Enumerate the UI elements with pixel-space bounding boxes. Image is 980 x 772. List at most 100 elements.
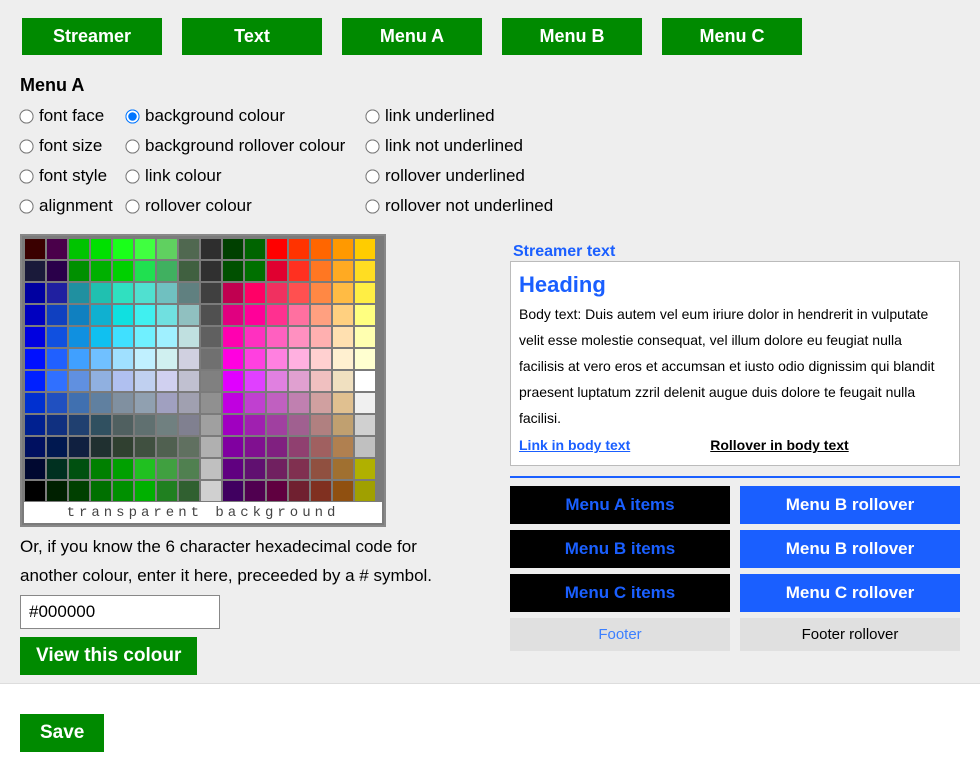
colour-swatch[interactable] bbox=[354, 304, 376, 326]
colour-swatch[interactable] bbox=[156, 282, 178, 304]
colour-swatch[interactable] bbox=[222, 260, 244, 282]
preview-link[interactable]: Link in body text bbox=[519, 437, 630, 453]
colour-swatch[interactable] bbox=[24, 260, 46, 282]
radio-font-face[interactable]: font face bbox=[20, 106, 126, 126]
colour-swatch[interactable] bbox=[222, 480, 244, 502]
colour-swatch[interactable] bbox=[200, 326, 222, 348]
radio-input[interactable] bbox=[125, 199, 139, 213]
colour-swatch[interactable] bbox=[156, 458, 178, 480]
colour-swatch[interactable] bbox=[178, 436, 200, 458]
colour-swatch[interactable] bbox=[24, 326, 46, 348]
colour-swatch[interactable] bbox=[332, 392, 354, 414]
colour-swatch[interactable] bbox=[200, 392, 222, 414]
colour-swatch[interactable] bbox=[288, 238, 310, 260]
radio-link-underlined[interactable]: link underlined bbox=[366, 106, 576, 126]
colour-swatch[interactable] bbox=[156, 238, 178, 260]
colour-swatch[interactable] bbox=[68, 304, 90, 326]
colour-swatch[interactable] bbox=[112, 458, 134, 480]
colour-swatch[interactable] bbox=[112, 326, 134, 348]
colour-swatch[interactable] bbox=[68, 414, 90, 436]
colour-swatch[interactable] bbox=[244, 370, 266, 392]
colour-swatch[interactable] bbox=[46, 436, 68, 458]
colour-swatch[interactable] bbox=[112, 436, 134, 458]
colour-swatch[interactable] bbox=[244, 480, 266, 502]
colour-swatch[interactable] bbox=[112, 480, 134, 502]
radio-input[interactable] bbox=[365, 109, 379, 123]
colour-swatch[interactable] bbox=[288, 458, 310, 480]
colour-swatch[interactable] bbox=[200, 414, 222, 436]
colour-swatch[interactable] bbox=[266, 348, 288, 370]
radio-input[interactable] bbox=[365, 199, 379, 213]
colour-swatch[interactable] bbox=[178, 414, 200, 436]
save-button[interactable]: Save bbox=[20, 714, 104, 752]
colour-swatch[interactable] bbox=[288, 304, 310, 326]
colour-swatch[interactable] bbox=[244, 304, 266, 326]
colour-swatch[interactable] bbox=[46, 326, 68, 348]
colour-swatch[interactable] bbox=[156, 436, 178, 458]
colour-swatch[interactable] bbox=[156, 392, 178, 414]
colour-swatch[interactable] bbox=[200, 260, 222, 282]
radio-input[interactable] bbox=[19, 169, 33, 183]
colour-swatch[interactable] bbox=[310, 414, 332, 436]
colour-swatch[interactable] bbox=[288, 282, 310, 304]
colour-swatch[interactable] bbox=[90, 282, 112, 304]
colour-swatch[interactable] bbox=[134, 436, 156, 458]
colour-swatch[interactable] bbox=[244, 414, 266, 436]
colour-swatch[interactable] bbox=[178, 304, 200, 326]
colour-swatch[interactable] bbox=[112, 260, 134, 282]
radio-input[interactable] bbox=[19, 139, 33, 153]
colour-swatch[interactable] bbox=[332, 260, 354, 282]
colour-swatch[interactable] bbox=[68, 282, 90, 304]
colour-swatch[interactable] bbox=[354, 238, 376, 260]
colour-swatch[interactable] bbox=[310, 260, 332, 282]
menu-preview-item[interactable]: Menu A items bbox=[510, 486, 730, 524]
colour-swatch[interactable] bbox=[24, 304, 46, 326]
colour-swatch[interactable] bbox=[46, 260, 68, 282]
menu-preview-rollover[interactable]: Menu C rollover bbox=[740, 574, 960, 612]
colour-swatch[interactable] bbox=[156, 304, 178, 326]
colour-swatch[interactable] bbox=[24, 458, 46, 480]
colour-swatch[interactable] bbox=[156, 414, 178, 436]
colour-swatch[interactable] bbox=[46, 480, 68, 502]
colour-swatch[interactable] bbox=[46, 304, 68, 326]
colour-swatch[interactable] bbox=[310, 458, 332, 480]
colour-swatch[interactable] bbox=[266, 238, 288, 260]
colour-swatch[interactable] bbox=[332, 436, 354, 458]
colour-swatch[interactable] bbox=[222, 436, 244, 458]
transparent-background-option[interactable]: transparent background bbox=[24, 502, 382, 523]
colour-swatch[interactable] bbox=[332, 238, 354, 260]
colour-swatch[interactable] bbox=[310, 326, 332, 348]
colour-swatch[interactable] bbox=[354, 326, 376, 348]
radio-rollover-colour[interactable]: rollover colour bbox=[126, 196, 366, 216]
colour-swatch[interactable] bbox=[244, 260, 266, 282]
colour-swatch[interactable] bbox=[332, 348, 354, 370]
colour-swatch[interactable] bbox=[200, 436, 222, 458]
radio-input[interactable] bbox=[365, 169, 379, 183]
colour-swatch[interactable] bbox=[222, 304, 244, 326]
colour-swatch[interactable] bbox=[178, 392, 200, 414]
colour-swatch[interactable] bbox=[310, 304, 332, 326]
colour-swatch[interactable] bbox=[46, 282, 68, 304]
radio-input[interactable] bbox=[125, 169, 139, 183]
colour-swatch[interactable] bbox=[332, 326, 354, 348]
colour-swatch[interactable] bbox=[90, 238, 112, 260]
colour-swatch[interactable] bbox=[68, 326, 90, 348]
colour-swatch[interactable] bbox=[288, 480, 310, 502]
colour-swatch[interactable] bbox=[112, 238, 134, 260]
colour-swatch[interactable] bbox=[310, 436, 332, 458]
colour-swatch[interactable] bbox=[288, 260, 310, 282]
colour-swatch[interactable] bbox=[266, 326, 288, 348]
colour-swatch[interactable] bbox=[24, 348, 46, 370]
radio-rollover-underlined[interactable]: rollover underlined bbox=[366, 166, 576, 186]
radio-input[interactable] bbox=[19, 199, 33, 213]
colour-swatch[interactable] bbox=[90, 480, 112, 502]
colour-swatch[interactable] bbox=[266, 282, 288, 304]
menu-preview-rollover[interactable]: Menu B rollover bbox=[740, 486, 960, 524]
colour-swatch[interactable] bbox=[178, 260, 200, 282]
colour-swatch[interactable] bbox=[156, 370, 178, 392]
colour-swatch[interactable] bbox=[266, 392, 288, 414]
colour-swatch[interactable] bbox=[266, 414, 288, 436]
colour-swatch[interactable] bbox=[244, 392, 266, 414]
colour-swatch[interactable] bbox=[354, 480, 376, 502]
colour-swatch[interactable] bbox=[178, 282, 200, 304]
